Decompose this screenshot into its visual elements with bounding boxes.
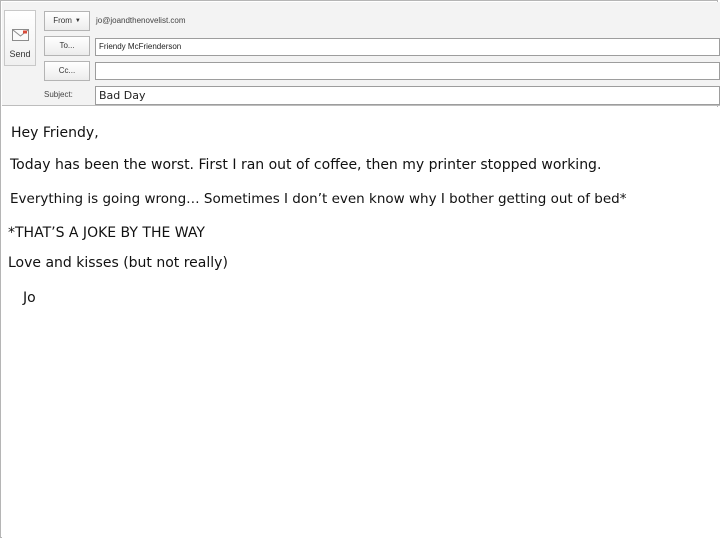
to-field[interactable]: Friendy McFrienderson [95, 38, 720, 56]
send-label: Send [9, 49, 31, 59]
from-label: From [53, 16, 72, 26]
cc-field[interactable] [95, 62, 720, 80]
chevron-down-icon: ▼ [74, 18, 81, 24]
send-envelope-icon [12, 29, 29, 41]
subject-label: Subject: [44, 90, 73, 99]
message-line-2: Everything is going wrong… Sometimes I d… [10, 191, 627, 207]
cc-button[interactable]: Cc... [44, 61, 90, 81]
send-button[interactable]: Send [4, 10, 36, 66]
message-body[interactable]: Hey Friendy, Today has been the worst. F… [2, 107, 718, 538]
from-button[interactable]: From ▼ [44, 11, 90, 31]
email-window: Send From ▼ jo@joandthenovelist.com To...… [0, 0, 720, 538]
message-line-4: Love and kisses (but not really) [8, 255, 228, 271]
message-greeting: Hey Friendy, [11, 125, 99, 141]
message-line-3: *THAT’S A JOKE BY THE WAY [8, 225, 205, 241]
email-header: Send From ▼ jo@joandthenovelist.com To...… [2, 2, 720, 106]
to-button[interactable]: To... [44, 36, 90, 56]
subject-field[interactable]: Bad Day [95, 86, 720, 105]
from-address: jo@joandthenovelist.com [96, 16, 186, 25]
message-signature: Jo [23, 290, 36, 306]
message-line-1: Today has been the worst. First I ran ou… [10, 157, 602, 173]
